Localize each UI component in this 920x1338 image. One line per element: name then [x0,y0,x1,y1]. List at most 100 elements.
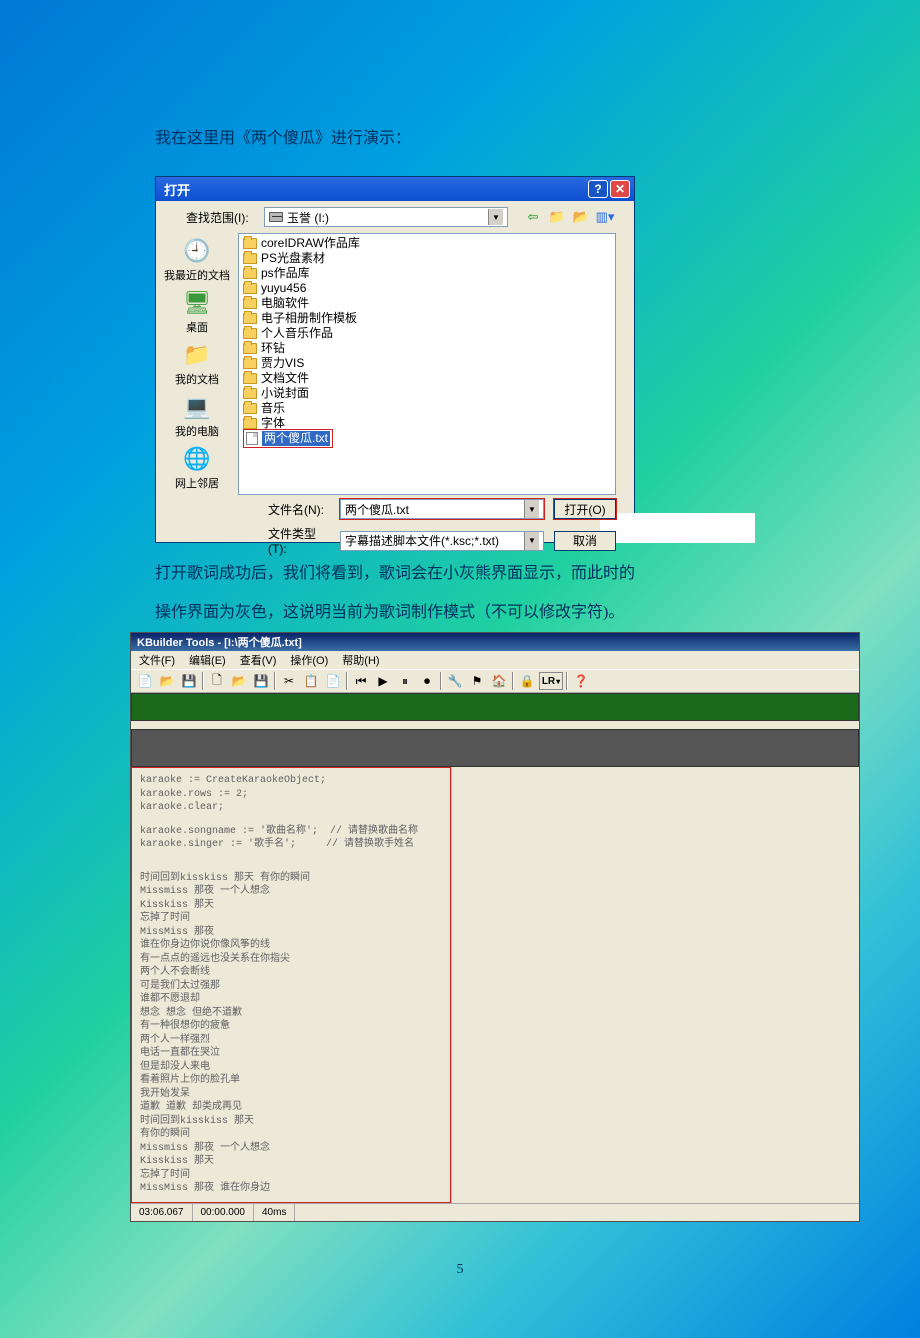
chevron-down-icon: ▼ [524,500,539,518]
list-item[interactable]: 文档文件 [243,371,611,386]
flag-icon[interactable]: ⚑ [467,671,487,691]
cancel-button[interactable]: 取消 [554,531,616,551]
preview-band-bottom [131,729,859,767]
help-button[interactable]: ? [588,180,608,198]
help-icon[interactable]: ❓ [571,671,591,691]
new-icon[interactable]: 📄 [135,671,155,691]
chevron-down-icon: ▼ [524,532,539,550]
list-item[interactable]: 电脑软件 [243,296,611,311]
open-button[interactable]: 打开(O) [554,499,616,519]
status-time-2: 00:00.000 [193,1204,255,1221]
folder-icon [243,373,257,384]
kbuilder-title: KBuilder Tools - [I:\两个傻瓜.txt] [137,634,302,650]
list-item[interactable]: 环钻 [243,341,611,356]
folder-icon [243,343,257,354]
folder-icon [243,313,257,324]
file-list[interactable]: coreIDRAW作品库 PS光盘素材 ps作品库 yuyu456 电脑软件 电… [238,233,616,495]
folder-icon [243,358,257,369]
folder-icon [243,238,257,249]
list-item[interactable]: coreIDRAW作品库 [243,236,611,251]
list-item-selected[interactable]: 两个傻瓜.txt [243,431,611,446]
save-icon[interactable]: 💾 [179,671,199,691]
filename-input[interactable]: 两个傻瓜.txt ▼ [340,499,544,519]
menu-file[interactable]: 文件(F) [139,652,175,668]
folder-icon [243,253,257,264]
place-desktop[interactable]: 🖥 桌面 [181,289,213,335]
view-menu-icon[interactable]: ▥▾ [596,208,614,226]
dialog-title: 打开 [164,180,190,199]
lookin-value: 玉誉 (I:) [287,209,329,226]
close-button[interactable]: ✕ [610,180,630,198]
record-icon[interactable]: ⏺ [417,671,437,691]
right-panel [451,767,859,1203]
lookin-label: 查找范围(I): [186,209,258,226]
places-bar: 🕘 我最近的文档 🖥 桌面 📁 我的文档 💻 我的电脑 🌐 网上邻 [156,233,238,495]
pause-icon[interactable]: ⏸ [395,671,415,691]
my-documents-icon: 📁 [181,341,213,369]
copy-icon[interactable]: 📋 [301,671,321,691]
dialog-titlebar: 打开 ? ✕ [156,177,634,201]
paste-icon[interactable]: 📄 [323,671,343,691]
preview-band-top [131,693,859,721]
new-folder-icon[interactable]: 📂 [572,208,590,226]
list-item[interactable]: ps作品库 [243,266,611,281]
status-ms: 40ms [254,1204,295,1221]
save2-icon[interactable]: 💾 [251,671,271,691]
kbuilder-titlebar: KBuilder Tools - [I:\两个傻瓜.txt] [131,633,859,651]
menu-bar: 文件(F) 编辑(E) 查看(V) 操作(O) 帮助(H) [131,651,859,669]
menu-operate[interactable]: 操作(O) [290,652,328,668]
status-bar: 03:06.067 00:00.000 40ms [131,1203,859,1221]
list-item[interactable]: 小说封面 [243,386,611,401]
list-item[interactable]: 个人音乐作品 [243,326,611,341]
my-computer-icon: 💻 [181,393,213,421]
menu-view[interactable]: 查看(V) [240,652,277,668]
play-icon[interactable]: ▶ [373,671,393,691]
tool-icon[interactable]: 🔧 [445,671,465,691]
desktop-icon: 🖥 [181,289,213,317]
filetype-label: 文件类型(T): [268,525,330,556]
folder-icon [243,298,257,309]
decorative-white-block [600,513,755,543]
home-icon[interactable]: 🏠 [489,671,509,691]
text-file-icon [246,432,258,445]
lock-icon[interactable]: 🔒 [517,671,537,691]
up-folder-icon[interactable]: 📁 [548,208,566,226]
filename-label: 文件名(N): [268,501,330,518]
place-my-computer[interactable]: 💻 我的电脑 [175,393,219,439]
place-recent[interactable]: 🕘 我最近的文档 [164,237,230,283]
list-item[interactable]: 音乐 [243,401,611,416]
list-item[interactable]: yuyu456 [243,281,611,296]
list-item[interactable]: 电子相册制作模板 [243,311,611,326]
intro-text: 我在这里用《两个傻瓜》进行演示： [0,120,920,158]
list-item[interactable]: 贾力VIS [243,356,611,371]
folder-icon [243,283,257,294]
folder-icon [243,418,257,429]
place-network[interactable]: 🌐 网上邻居 [175,445,219,491]
status-time-1: 03:06.067 [131,1204,193,1221]
cut-icon[interactable]: ✂ [279,671,299,691]
body-text-2: 操作界面为灰色，这说明当前为歌词制作模式（不可以修改字符)。 [0,594,920,632]
lr-button[interactable]: LR▾ [539,672,563,690]
menu-help[interactable]: 帮助(H) [342,652,379,668]
folder-icon [243,268,257,279]
rewind-icon[interactable]: ⏮ [351,671,371,691]
lookin-dropdown[interactable]: 玉誉 (I:) ▼ [264,207,508,227]
menu-edit[interactable]: 编辑(E) [189,652,226,668]
back-icon[interactable]: ⇦ [524,208,542,226]
kbuilder-window: KBuilder Tools - [I:\两个傻瓜.txt] 文件(F) 编辑(… [130,632,860,1222]
recent-docs-icon: 🕘 [181,237,213,265]
drive-icon [269,212,283,222]
toolbar: 📄 📂 💾 🗋 📂 💾 ✂ 📋 📄 ⏮ ▶ ⏸ ⏺ 🔧 ⚑ 🏠 🔒 LR▾ ❓ [131,669,859,693]
open-file-dialog: 打开 ? ✕ 查找范围(I): 玉誉 (I:) ▼ ⇦ 📁 📂 ▥▾ 🕘 [155,176,635,543]
place-my-documents[interactable]: 📁 我的文档 [175,341,219,387]
chevron-down-icon: ▼ [488,209,503,225]
body-text-1: 打开歌词成功后，我们将看到，歌词会在小灰熊界面显示，而此时的 [0,555,920,593]
open-icon[interactable]: 📂 [157,671,177,691]
list-item[interactable]: PS光盘素材 [243,251,611,266]
network-places-icon: 🌐 [181,445,213,473]
open2-icon[interactable]: 📂 [229,671,249,691]
lyrics-panel: karaoke := CreateKaraokeObject; karaoke.… [131,767,451,1203]
filetype-dropdown[interactable]: 字幕描述脚本文件(*.ksc;*.txt) ▼ [340,531,544,551]
folder-icon [243,328,257,339]
new2-icon[interactable]: 🗋 [207,671,227,691]
